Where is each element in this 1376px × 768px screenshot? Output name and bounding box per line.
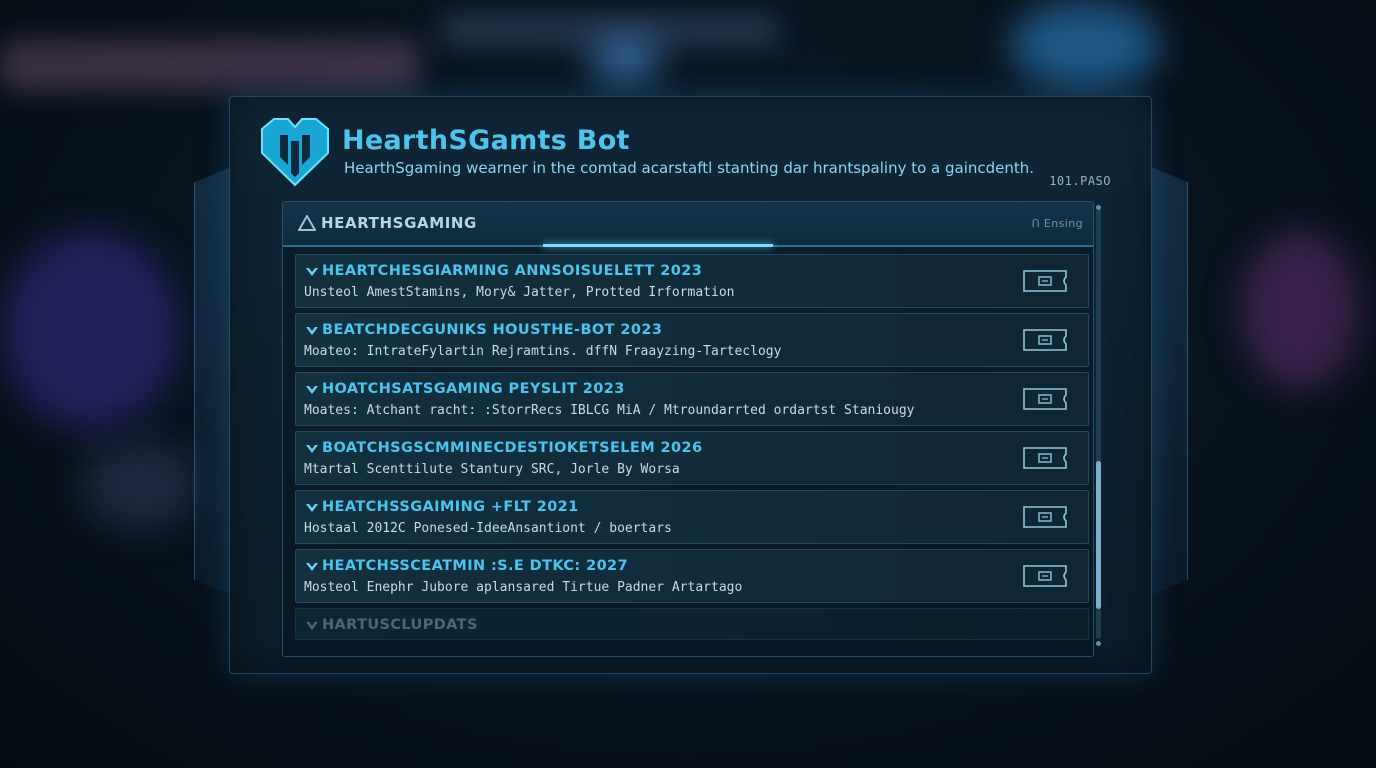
heart-logo-icon [261,118,329,187]
list-item-desc: Unsteol AmestStamins, Mory& Jatter, Prot… [304,285,735,300]
list-item-title: BEATCHDECGUNIKS HOUSTHE-BOT 2023 [322,322,663,338]
corner-tag: 101.PASO [1049,174,1111,188]
panel-right-wing [1146,165,1188,597]
chevron-emblem-icon [306,504,318,512]
chevron-emblem-icon [306,445,318,453]
list-header-title: HEARTHSGAMING [321,214,477,232]
list-item[interactable]: HOATCHSATSGAMING PEYSLIT 2023 Moates: At… [295,372,1089,426]
list-item-title: HEATCHSSCEATMIN :S.E DTKC: 2027 [322,558,629,574]
app-title: HearthSGamts Bot [342,125,630,156]
list-item[interactable]: HEATCHSSGAIMING +FLT 2021 Hostaal 2012C … [295,490,1089,544]
ticket-icon[interactable] [1022,328,1068,352]
list-item-desc: Moates: Atchant racht: :StorrRecs IBLCG … [304,403,915,418]
list-item-partial[interactable]: HARTUSCLUPDATS [295,608,1089,640]
list-item[interactable]: HEATCHSSCEATMIN :S.E DTKC: 2027 Mosteol … [295,549,1089,603]
chevron-emblem-icon [306,268,318,276]
ticket-icon[interactable] [1022,269,1068,293]
list-rows: HEARTCHESGIARMING ANNSOISUELETT 2023 Uns… [295,254,1089,645]
chevron-emblem-icon [306,327,318,335]
header-glow-line [543,244,773,247]
list-item[interactable]: BOATCHSGSCMMINECDESTIOKETSELEM 2026 Mtar… [295,431,1089,485]
list-item[interactable]: BEATCHDECGUNIKS HOUSTHE-BOT 2023 Moateo:… [295,313,1089,367]
list-item-title: BOATCHSGSCMMINECDESTIOKETSELEM 2026 [322,440,703,456]
list-item-desc: Hostaal 2012C Ponesed-IdeeAnsantiont / b… [304,521,672,536]
app-subtitle: HearthSgaming wearner in the comtad acar… [344,159,1035,177]
list-header-status: Ո Ensing [1031,217,1083,230]
ticket-icon[interactable] [1022,505,1068,529]
list-item-title: HARTUSCLUPDATS [322,617,478,633]
list-item-desc: Mosteol Enephr Jubore aplansared Tirtue … [304,580,743,595]
list-item-title: HEARTCHESGIARMING ANNSOISUELETT 2023 [322,263,703,279]
entries-list: HEARTHSGAMING Ո Ensing HEARTCHESGIARMING… [282,201,1094,657]
scroll-down-dot[interactable] [1096,641,1101,646]
list-item-desc: Moateo: IntrateFylartin Rejramtins. dffN… [304,344,782,359]
bot-panel: HearthSGamts Bot HearthSgaming wearner i… [229,96,1152,674]
list-item[interactable]: HEARTCHESGIARMING ANNSOISUELETT 2023 Uns… [295,254,1089,308]
list-item-title: HEATCHSSGAIMING +FLT 2021 [322,499,579,515]
scroll-up-dot[interactable] [1096,205,1101,210]
warning-triangle-icon [298,215,316,231]
chevron-emblem-icon [306,563,318,571]
ticket-icon[interactable] [1022,387,1068,411]
list-header: HEARTHSGAMING Ո Ensing [283,202,1093,247]
chevron-emblem-icon [306,622,318,630]
ticket-icon[interactable] [1022,446,1068,470]
ticket-icon[interactable] [1022,564,1068,588]
list-item-title: HOATCHSATSGAMING PEYSLIT 2023 [322,381,625,397]
scrollbar-thumb[interactable] [1096,461,1101,609]
chevron-emblem-icon [306,386,318,394]
list-item-desc: Mtartal Scenttilute Stantury SRC, Jorle … [304,462,680,477]
